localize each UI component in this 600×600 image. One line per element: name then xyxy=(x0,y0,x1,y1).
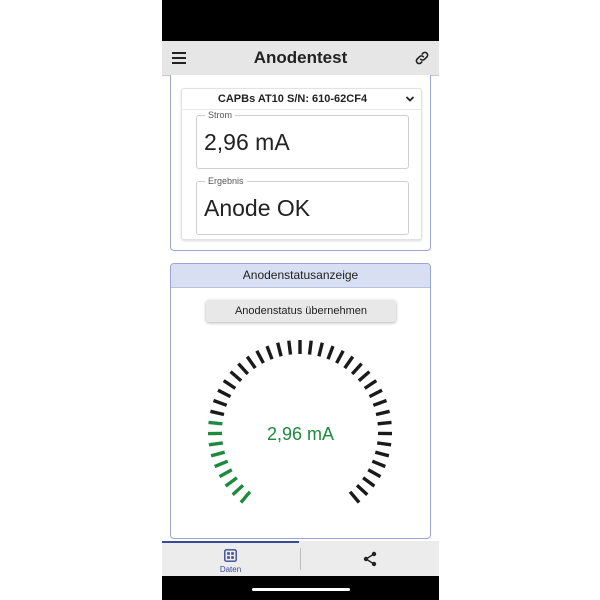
bottom-nav: Daten xyxy=(162,541,439,576)
measurement-card: CAPBs AT10 S/N: 610-62CF4 Strom 2,96 mA … xyxy=(170,75,431,251)
device-select[interactable]: CAPBs AT10 S/N: 610-62CF4 xyxy=(182,89,421,110)
gauge-segment xyxy=(367,468,382,479)
ergebnis-field-label: Ergebnis xyxy=(205,176,247,186)
gauge-segment xyxy=(368,388,383,399)
share-icon xyxy=(363,551,377,567)
gauge-segment xyxy=(276,342,283,357)
gauge-segment xyxy=(231,483,245,496)
gauge-segment xyxy=(343,355,355,370)
anode-gauge xyxy=(207,340,393,504)
app-bar: Anodentest xyxy=(162,41,439,76)
gauge-segment xyxy=(217,388,232,399)
gauge-segment xyxy=(362,476,376,488)
gauge-segment xyxy=(287,340,293,355)
gauge-segment xyxy=(229,370,243,383)
grid-icon xyxy=(224,549,237,562)
gauge-segment xyxy=(374,450,390,458)
page-title: Anodentest xyxy=(253,48,348,67)
gauge-segment xyxy=(372,398,388,407)
ergebnis-field-value: Anode OK xyxy=(204,195,311,221)
app-screen: Anodentest CAPBs AT10 S/N: 610-62CF4 Str… xyxy=(162,41,439,576)
gauge-segment xyxy=(245,355,257,370)
home-indicator xyxy=(252,588,350,591)
measurement-inner-card: CAPBs AT10 S/N: 610-62CF4 Strom 2,96 mA … xyxy=(181,88,422,240)
gauge-segment xyxy=(355,483,369,496)
gauge-segment xyxy=(239,490,252,504)
gauge-segment xyxy=(212,398,228,407)
gauge-segment xyxy=(375,409,390,417)
strom-field-label: Strom xyxy=(205,110,236,120)
phone-frame: Anodentest CAPBs AT10 S/N: 610-62CF4 Str… xyxy=(162,0,439,600)
gauge-segment xyxy=(307,340,313,355)
gauge-segment xyxy=(350,362,363,376)
device-select-value: CAPBs AT10 S/N: 610-62CF4 xyxy=(217,93,368,105)
chevron-down-icon xyxy=(405,96,415,102)
gauge-segment xyxy=(335,349,345,364)
gauge-segment xyxy=(265,345,274,360)
gauge-value: 2,96 mA xyxy=(266,424,335,444)
gauge-segment xyxy=(255,349,265,364)
gauge-segment xyxy=(348,490,361,504)
gauge-segment xyxy=(210,409,225,417)
gauge-segment xyxy=(371,459,386,469)
strom-field[interactable]: Strom 2,96 mA xyxy=(196,110,409,169)
tab-daten-label: Daten xyxy=(219,565,242,574)
gauge-segment xyxy=(214,459,229,469)
gauge-segment xyxy=(326,345,335,360)
gauge-segment xyxy=(218,468,233,479)
gauge-segment xyxy=(222,379,237,390)
gauge-segment xyxy=(317,342,324,357)
gauge-segment xyxy=(237,362,250,376)
ergebnis-field[interactable]: Ergebnis Anode OK xyxy=(196,176,409,235)
share-button[interactable] xyxy=(301,541,439,576)
strom-field-value: 2,96 mA xyxy=(204,129,290,155)
link-icon[interactable] xyxy=(414,50,430,66)
tab-daten[interactable]: Daten xyxy=(162,541,299,576)
gauge-segment xyxy=(224,476,238,488)
gauge-segment xyxy=(363,379,378,390)
gauge-segment xyxy=(357,370,371,383)
gauge-segment xyxy=(210,450,226,458)
anode-status-card: Anodenstatusanzeige Anodenstatus überneh… xyxy=(170,263,431,539)
